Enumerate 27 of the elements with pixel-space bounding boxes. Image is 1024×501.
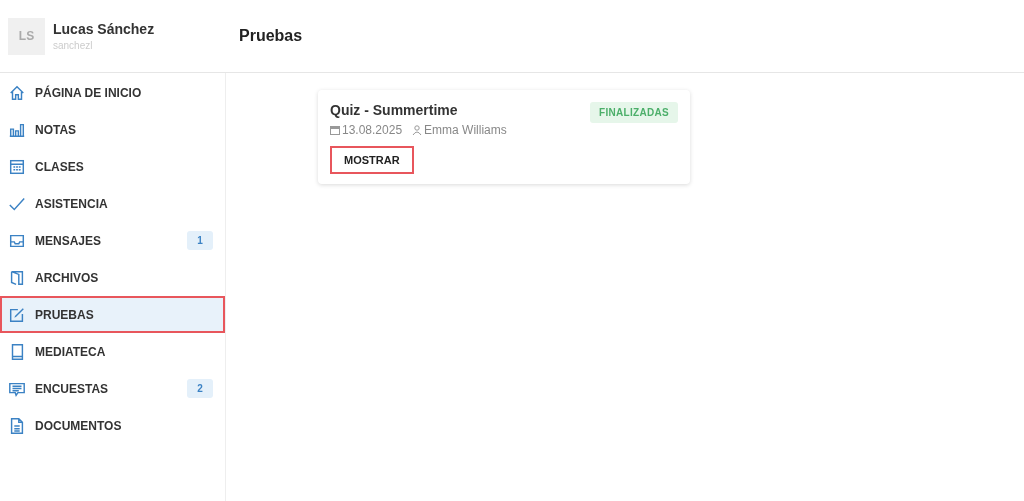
sidebar-item[interactable]: PRUEBAS <box>0 296 225 333</box>
nav-icon <box>8 157 26 176</box>
nav-icon <box>8 416 26 435</box>
sidebar-item[interactable]: ENCUESTAS 2 <box>0 370 225 407</box>
nav-icon <box>8 83 26 102</box>
sidebar-item[interactable]: ASISTENCIA <box>0 185 225 222</box>
count-badge: 2 <box>187 379 213 398</box>
sidebar-item[interactable]: DOCUMENTOS <box>0 407 225 444</box>
sidebar-item[interactable]: ARCHIVOS <box>0 259 225 296</box>
sidebar-item[interactable]: PÁGINA DE INICIO <box>0 74 225 111</box>
person-icon <box>412 125 423 135</box>
avatar: LS <box>8 17 45 55</box>
sidebar-item[interactable]: NOTAS <box>0 111 225 148</box>
nav-icon <box>8 305 26 324</box>
user-name: Lucas Sánchez <box>53 21 155 37</box>
calendar-icon <box>330 125 340 135</box>
test-date: 13.08.2025 <box>342 123 403 137</box>
teacher-name: Emma Williams <box>424 123 507 137</box>
count-badge: 1 <box>187 231 213 250</box>
sidebar-item[interactable]: CLASES <box>0 148 225 185</box>
sidebar-item[interactable]: MENSAJES 1 <box>0 222 225 259</box>
sidebar-item[interactable]: MEDIATECA <box>0 333 225 370</box>
nav-icon <box>8 268 26 287</box>
page-title: Pruebas <box>239 27 303 45</box>
test-title: Quiz - Summertime <box>330 102 458 118</box>
show-button[interactable]: MOSTRAR <box>330 146 414 174</box>
status-badge: FINALIZADAS <box>590 102 678 123</box>
